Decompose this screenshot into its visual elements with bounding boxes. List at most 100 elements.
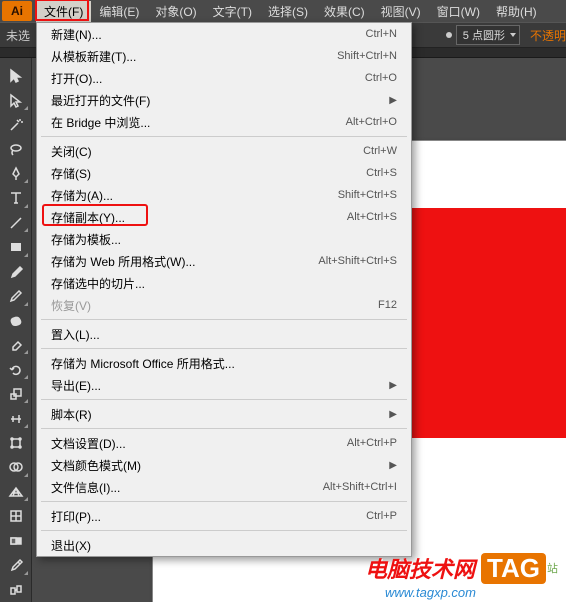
- menu-item-label: 导出(E)...: [51, 377, 389, 394]
- menu-item-exit[interactable]: 退出(X): [37, 534, 411, 556]
- menu-text[interactable]: 文字(T): [205, 1, 260, 22]
- menu-item-label: 在 Bridge 中浏览...: [51, 114, 346, 131]
- menubar: Ai 文件(F) 编辑(E) 对象(O) 文字(T) 选择(S) 效果(C) 视…: [0, 0, 566, 22]
- shape-builder-tool[interactable]: [2, 456, 30, 478]
- width-tool[interactable]: [2, 407, 30, 429]
- blob-brush-tool[interactable]: [2, 310, 30, 332]
- watermark-site: 站: [547, 560, 558, 576]
- menu-item-open[interactable]: 打开(O)...Ctrl+O: [37, 67, 411, 89]
- menu-item-print[interactable]: 打印(P)...Ctrl+P: [37, 505, 411, 527]
- menu-item-close[interactable]: 关闭(C)Ctrl+W: [37, 140, 411, 162]
- menu-separator: [41, 501, 407, 502]
- menu-item-label: 从模板新建(T)...: [51, 48, 337, 65]
- menu-separator: [41, 428, 407, 429]
- menu-item-save-for-web[interactable]: 存储为 Web 所用格式(W)...Alt+Shift+Ctrl+S: [37, 250, 411, 272]
- menu-item-label: 存储为(A)...: [51, 187, 338, 204]
- menu-item-save-template[interactable]: 存储为模板...: [37, 228, 411, 250]
- menu-shortcut: Ctrl+W: [363, 145, 397, 157]
- menu-item-label: 退出(X): [51, 537, 397, 554]
- menu-item-color-mode[interactable]: 文档颜色模式(M)▶: [37, 454, 411, 476]
- app-icon: Ai: [2, 1, 32, 21]
- menu-shortcut: Alt+Shift+Ctrl+I: [323, 481, 397, 493]
- menu-shortcut: Ctrl+N: [366, 28, 397, 40]
- file-dropdown-menu: 新建(N)...Ctrl+N从模板新建(T)...Shift+Ctrl+N打开(…: [36, 22, 412, 557]
- stroke-select[interactable]: 5 点圆形: [456, 25, 520, 45]
- menu-item-label: 存储为 Web 所用格式(W)...: [51, 253, 318, 270]
- eraser-tool[interactable]: [2, 334, 30, 356]
- menu-item-label: 打印(P)...: [51, 508, 366, 525]
- menu-effect[interactable]: 效果(C): [316, 1, 373, 22]
- menu-item-scripts[interactable]: 脚本(R)▶: [37, 403, 411, 425]
- menu-item-recent-files[interactable]: 最近打开的文件(F)▶: [37, 89, 411, 111]
- menu-item-revert: 恢复(V)F12: [37, 294, 411, 316]
- menu-separator: [41, 136, 407, 137]
- submenu-arrow-icon: ▶: [389, 409, 397, 420]
- menu-item-label: 置入(L)...: [51, 326, 397, 343]
- watermark: 电脑技术网 TAG: [365, 552, 546, 584]
- opacity-label: 不透明: [530, 27, 566, 44]
- menu-item-export[interactable]: 导出(E)...▶: [37, 374, 411, 396]
- mesh-tool[interactable]: [2, 505, 30, 527]
- menu-help[interactable]: 帮助(H): [488, 1, 545, 22]
- menu-shortcut: Alt+Ctrl+O: [346, 116, 397, 128]
- menu-item-label: 恢复(V): [51, 297, 378, 314]
- menu-item-save-slices[interactable]: 存储选中的切片...: [37, 272, 411, 294]
- submenu-arrow-icon: ▶: [389, 380, 397, 391]
- watermark-url: www.tagxp.com: [385, 585, 476, 600]
- menu-item-save-ms-office[interactable]: 存储为 Microsoft Office 所用格式...: [37, 352, 411, 374]
- pencil-tool[interactable]: [2, 285, 30, 307]
- blend-tool[interactable]: [2, 579, 30, 601]
- menu-shortcut: Shift+Ctrl+S: [338, 189, 397, 201]
- menu-file[interactable]: 文件(F): [36, 1, 91, 22]
- menu-item-place[interactable]: 置入(L)...: [37, 323, 411, 345]
- perspective-grid-tool[interactable]: [2, 481, 30, 503]
- type-tool[interactable]: [2, 187, 30, 209]
- menu-shortcut: Shift+Ctrl+N: [337, 50, 397, 62]
- direct-selection-tool[interactable]: [2, 89, 30, 111]
- menu-separator: [41, 319, 407, 320]
- menu-edit[interactable]: 编辑(E): [91, 1, 147, 22]
- menu-item-file-info[interactable]: 文件信息(I)...Alt+Shift+Ctrl+I: [37, 476, 411, 498]
- magic-wand-tool[interactable]: [2, 114, 30, 136]
- menu-shortcut: Ctrl+S: [366, 167, 397, 179]
- menu-item-save-as[interactable]: 存储为(A)...Shift+Ctrl+S: [37, 184, 411, 206]
- menu-shortcut: Ctrl+O: [365, 72, 397, 84]
- submenu-arrow-icon: ▶: [389, 95, 397, 106]
- menu-item-doc-setup[interactable]: 文档设置(D)...Alt+Ctrl+P: [37, 432, 411, 454]
- selection-tool[interactable]: [2, 65, 30, 87]
- menu-item-label: 存储为 Microsoft Office 所用格式...: [51, 355, 397, 372]
- menu-item-label: 文件信息(I)...: [51, 479, 323, 496]
- free-transform-tool[interactable]: [2, 432, 30, 454]
- menu-separator: [41, 530, 407, 531]
- menu-item-label: 文档颜色模式(M): [51, 457, 389, 474]
- menu-shortcut: Alt+Shift+Ctrl+S: [318, 255, 397, 267]
- menu-item-save-copy[interactable]: 存储副本(Y)...Alt+Ctrl+S: [37, 206, 411, 228]
- menu-window[interactable]: 窗口(W): [429, 1, 488, 22]
- dot-icon: [446, 32, 452, 38]
- menu-separator: [41, 399, 407, 400]
- pen-tool[interactable]: [2, 163, 30, 185]
- menu-item-label: 存储(S): [51, 165, 366, 182]
- scale-tool[interactable]: [2, 383, 30, 405]
- line-tool[interactable]: [2, 212, 30, 234]
- watermark-title: 电脑技术网: [365, 552, 475, 584]
- menu-object[interactable]: 对象(O): [147, 1, 204, 22]
- menu-item-save[interactable]: 存储(S)Ctrl+S: [37, 162, 411, 184]
- paintbrush-tool[interactable]: [2, 261, 30, 283]
- menu-select[interactable]: 选择(S): [260, 1, 316, 22]
- gradient-tool[interactable]: [2, 530, 30, 552]
- lasso-tool[interactable]: [2, 138, 30, 160]
- menu-item-label: 打开(O)...: [51, 70, 365, 87]
- menu-item-label: 脚本(R): [51, 406, 389, 423]
- rotate-tool[interactable]: [2, 358, 30, 380]
- menu-item-new-from-template[interactable]: 从模板新建(T)...Shift+Ctrl+N: [37, 45, 411, 67]
- menu-item-new[interactable]: 新建(N)...Ctrl+N: [37, 23, 411, 45]
- stroke-profile[interactable]: 5 点圆形: [446, 25, 520, 45]
- menu-item-browse-bridge[interactable]: 在 Bridge 中浏览...Alt+Ctrl+O: [37, 111, 411, 133]
- rectangle-tool[interactable]: [2, 236, 30, 258]
- menu-item-label: 最近打开的文件(F): [51, 92, 389, 109]
- menu-view[interactable]: 视图(V): [373, 1, 429, 22]
- eyedropper-tool[interactable]: [2, 554, 30, 576]
- menu-shortcut: F12: [378, 299, 397, 311]
- menu-shortcut: Alt+Ctrl+P: [347, 437, 397, 449]
